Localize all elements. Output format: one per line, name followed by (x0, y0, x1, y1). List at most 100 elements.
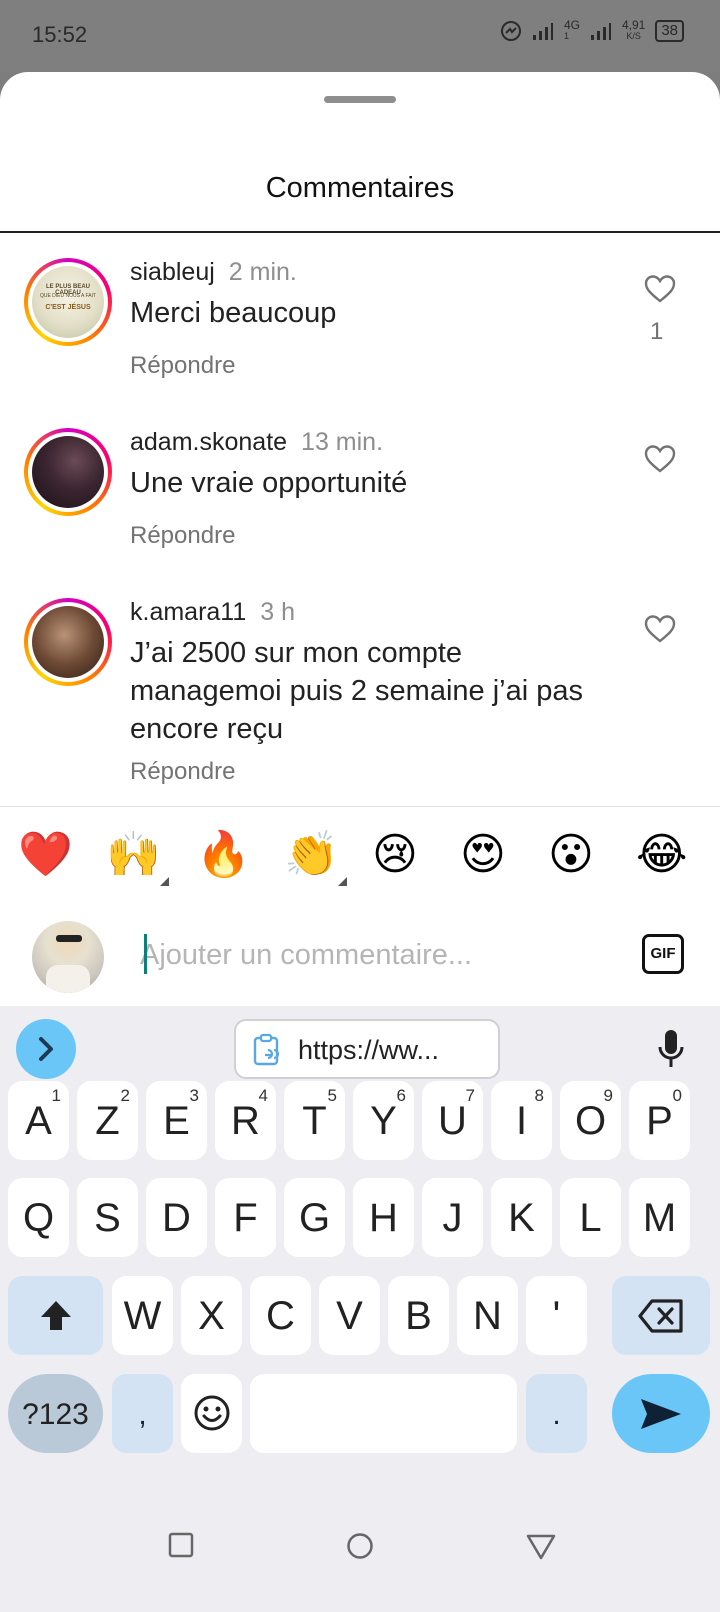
shift-key[interactable] (8, 1276, 103, 1355)
key-d[interactable]: D (146, 1178, 207, 1257)
key-i[interactable]: I8 (491, 1081, 552, 1160)
key-f[interactable]: F (215, 1178, 276, 1257)
emoji-variant-indicator (338, 877, 347, 886)
key-w[interactable]: W (112, 1276, 173, 1355)
nav-home-icon[interactable] (346, 1532, 374, 1560)
network-type: 4G 1 (564, 19, 580, 42)
key-q[interactable]: Q (8, 1178, 69, 1257)
text-cursor (144, 934, 147, 974)
system-nav-bar (0, 1508, 720, 1612)
space-key[interactable] (250, 1374, 517, 1453)
heart-outline-icon[interactable] (644, 614, 676, 644)
username-text[interactable]: adam.skonate (130, 428, 287, 456)
keyboard-expand-button[interactable] (16, 1019, 76, 1079)
key-k[interactable]: K (491, 1178, 552, 1257)
signal-icon (532, 23, 553, 40)
status-bar: 15:52 4G 1 4,91 K/S 38 (0, 0, 720, 72)
comment-text: Une vraie opportunité (130, 467, 408, 499)
network-speed: 4,91 K/S (622, 19, 645, 42)
backspace-key[interactable] (612, 1276, 710, 1355)
signal-icon-2 (590, 23, 611, 40)
avatar-image: LE PLUS BEAU CADEAU QUE DIEU NOUS A FAIT… (32, 266, 104, 338)
key-j[interactable]: J (422, 1178, 483, 1257)
heart-outline-icon[interactable] (644, 444, 676, 474)
emoji-surprised[interactable]: 😮 (548, 829, 594, 881)
key-s[interactable]: S (77, 1178, 138, 1257)
sheet-title: Commentaires (265, 172, 455, 204)
key-y[interactable]: Y6 (353, 1081, 414, 1160)
key-u[interactable]: U7 (422, 1081, 483, 1160)
key-l[interactable]: L (560, 1178, 621, 1257)
avatar-image (32, 436, 104, 508)
clipboard-text: https://ww... (298, 1035, 440, 1065)
smiley-icon (194, 1395, 230, 1431)
key-x[interactable]: X (181, 1276, 242, 1355)
key-apostrophe[interactable]: ' (526, 1276, 587, 1355)
key-h[interactable]: H (353, 1178, 414, 1257)
comment-text: J’ai 2500 sur mon compte managemoi puis … (130, 637, 583, 745)
avatar-text-line: C'EST JÉSUS (45, 304, 91, 311)
comment-username[interactable]: k.amara11 3 h (130, 598, 295, 627)
avatar[interactable] (24, 598, 112, 686)
key-b[interactable]: B (388, 1276, 449, 1355)
reply-button[interactable]: Répondre (130, 352, 235, 380)
emoji-raising-hands[interactable]: 🙌 (106, 829, 161, 881)
comment-input[interactable] (140, 935, 600, 975)
emoji-key[interactable] (181, 1374, 242, 1453)
comment-item: adam.skonate 13 min. Une vraie opportunit… (0, 404, 720, 574)
key-p[interactable]: P0 (629, 1081, 690, 1160)
emoji-fire[interactable]: 🔥 (196, 829, 251, 881)
speed-unit: K/S (626, 31, 641, 41)
emoji-crying[interactable]: 😢 (372, 829, 418, 881)
emoji-heart[interactable]: ❤️ (18, 829, 73, 881)
heart-outline-icon[interactable] (644, 274, 676, 304)
status-icons: 4G 1 4,91 K/S 38 (500, 19, 684, 42)
period-key[interactable]: . (526, 1374, 587, 1453)
emoji-heart-eyes[interactable]: 😍 (460, 829, 506, 881)
nav-back-icon[interactable] (526, 1534, 556, 1560)
username-text[interactable]: siableuj (130, 258, 215, 286)
comments-list[interactable]: LE PLUS BEAU CADEAU QUE DIEU NOUS A FAIT… (0, 234, 720, 876)
key-v[interactable]: V (319, 1276, 380, 1355)
comment-text: Merci beaucoup (130, 297, 337, 329)
key-a[interactable]: A1 (8, 1081, 69, 1160)
symbols-key[interactable]: ?123 (8, 1374, 103, 1453)
key-g[interactable]: G (284, 1178, 345, 1257)
key-e[interactable]: E3 (146, 1081, 207, 1160)
user-avatar (32, 921, 104, 993)
emoji-laughing[interactable]: 😂 (636, 829, 687, 881)
clipboard-suggestion[interactable]: https://ww... (234, 1019, 500, 1079)
comment-time: 13 min. (301, 428, 384, 456)
reply-button[interactable]: Répondre (130, 522, 235, 550)
avatar[interactable]: LE PLUS BEAU CADEAU QUE DIEU NOUS A FAIT… (24, 258, 112, 346)
key-m[interactable]: M (629, 1178, 690, 1257)
avatar-image (32, 606, 104, 678)
emoji-clapping[interactable]: 👏 (284, 829, 339, 881)
key-c[interactable]: C (250, 1276, 311, 1355)
avatar[interactable] (24, 428, 112, 516)
comment-composer (0, 903, 720, 1006)
comment-item: LE PLUS BEAU CADEAU QUE DIEU NOUS A FAIT… (0, 234, 720, 404)
key-o[interactable]: O9 (560, 1081, 621, 1160)
battery-indicator: 38 (655, 20, 684, 42)
nav-recents-icon[interactable] (168, 1532, 194, 1558)
key-t[interactable]: T5 (284, 1081, 345, 1160)
microphone-icon[interactable] (656, 1028, 686, 1070)
comma-key[interactable]: , (112, 1374, 173, 1453)
key-n[interactable]: N (457, 1276, 518, 1355)
gif-button[interactable]: GIF (642, 934, 684, 974)
sheet-drag-handle[interactable] (324, 96, 396, 103)
send-key[interactable] (612, 1374, 710, 1453)
avatar-text-line: QUE DIEU NOUS A FAIT (39, 293, 97, 299)
title-divider (0, 231, 720, 233)
comment-username[interactable]: siableuj 2 min. (130, 258, 297, 287)
clipboard-link-icon (253, 1033, 280, 1066)
status-time: 15:52 (32, 22, 88, 47)
comment-time: 3 h (260, 598, 296, 626)
key-r[interactable]: R4 (215, 1081, 276, 1160)
reply-button[interactable]: Répondre (130, 758, 235, 786)
comment-username[interactable]: adam.skonate 13 min. (130, 428, 383, 457)
username-text[interactable]: k.amara11 (130, 598, 246, 626)
like-count: 1 (650, 318, 664, 345)
key-z[interactable]: Z2 (77, 1081, 138, 1160)
